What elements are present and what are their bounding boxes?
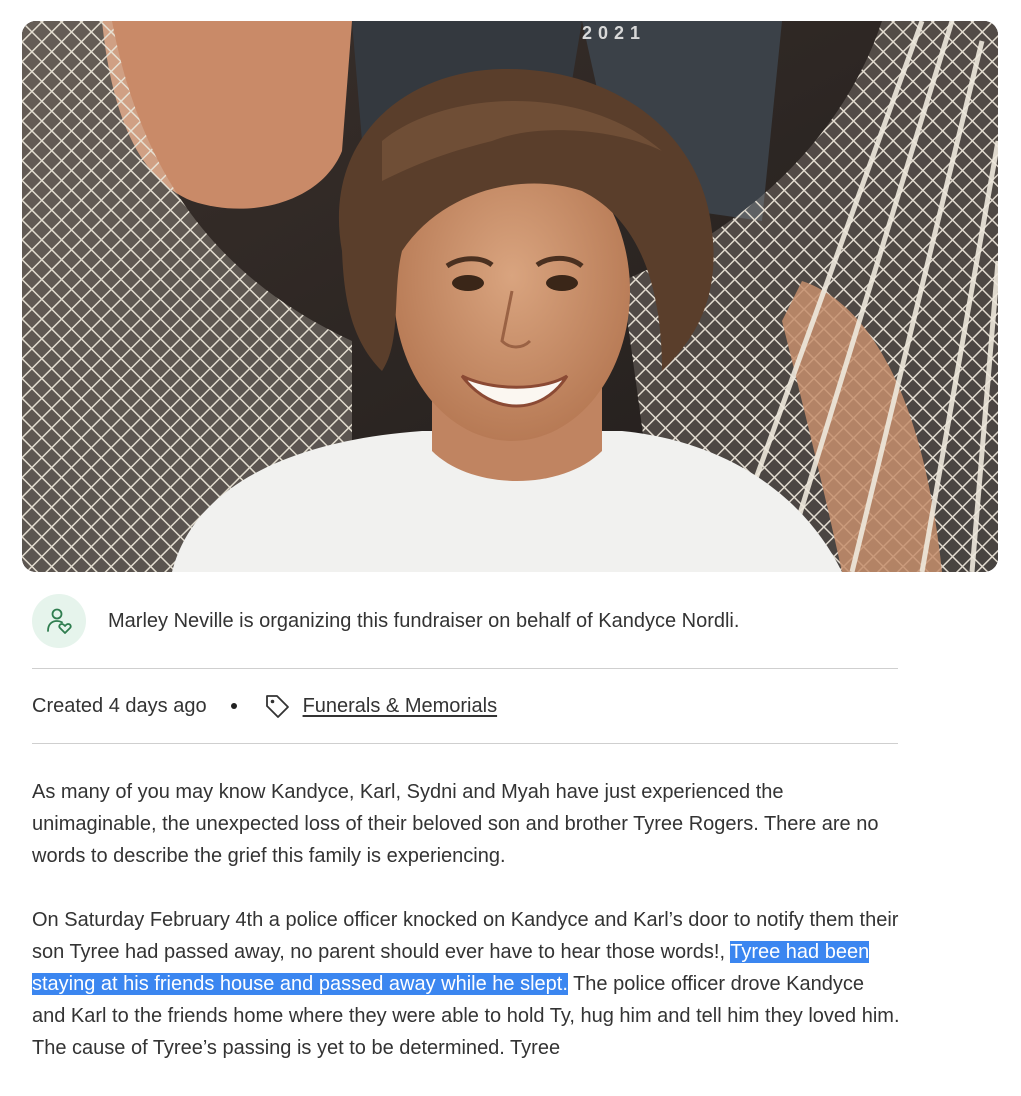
organizer-avatar (32, 594, 86, 648)
category-link[interactable]: Funerals & Memorials (303, 695, 498, 718)
organizer-text: Marley Neville is organizing this fundra… (108, 609, 740, 632)
divider-top (32, 668, 898, 669)
divider-bottom (32, 743, 898, 744)
heart-person-icon (47, 608, 72, 634)
shirt-print-text: 2021 (582, 23, 646, 43)
fundraiser-meta: Created 4 days ago Funerals & Memorials (32, 688, 497, 724)
separator-dot (230, 703, 237, 709)
organizer-row: Marley Neville is organizing this fundra… (32, 593, 898, 649)
tag-icon (263, 692, 291, 720)
story-paragraph-2: On Saturday February 4th a police office… (32, 904, 902, 1064)
created-date: Created 4 days ago (32, 694, 207, 717)
story-paragraph-1: As many of you may know Kandyce, Karl, S… (32, 781, 879, 867)
fundraiser-hero-image: 2021 (22, 21, 998, 572)
hero-photo: 2021 (22, 21, 998, 572)
fundraiser-story: As many of you may know Kandyce, Karl, S… (32, 776, 902, 1096)
